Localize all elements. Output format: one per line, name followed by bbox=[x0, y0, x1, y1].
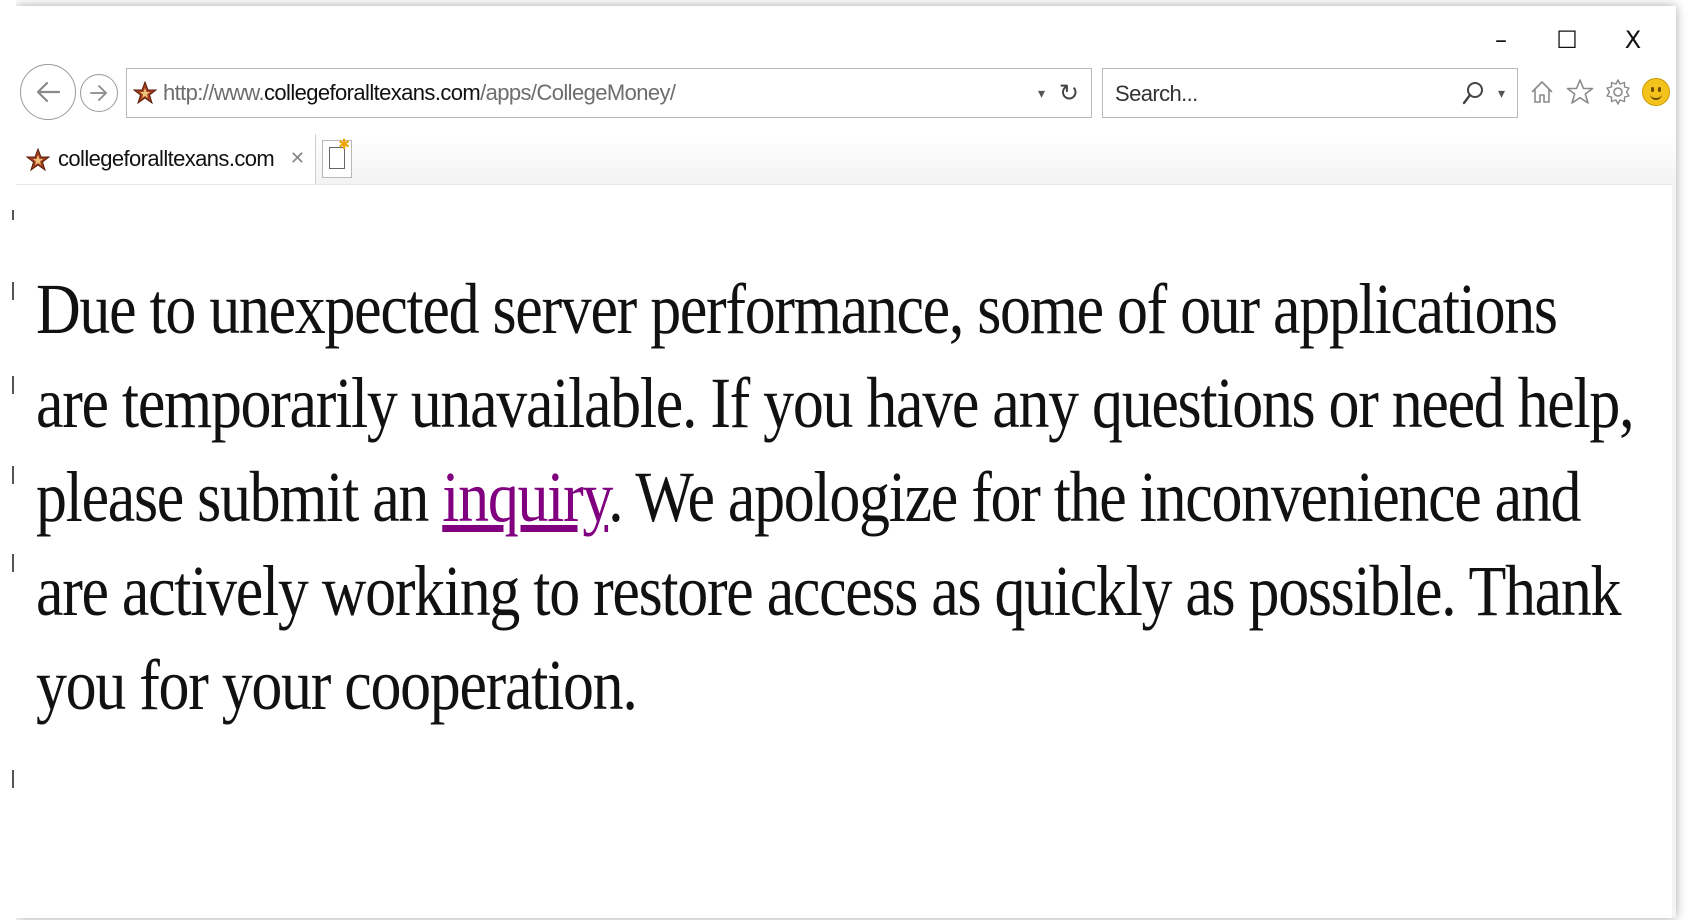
edge-mark bbox=[12, 554, 14, 572]
home-shape bbox=[1531, 81, 1553, 103]
inquiry-link[interactable]: inquiry bbox=[442, 457, 609, 537]
edge-mark bbox=[12, 282, 14, 300]
page-scrollbar[interactable] bbox=[1672, 184, 1676, 918]
home-icon[interactable] bbox=[1528, 74, 1556, 110]
magnifier-icon bbox=[1462, 81, 1483, 104]
smiley-face bbox=[1642, 78, 1670, 106]
maximize-button[interactable]: ☐ bbox=[1534, 22, 1600, 58]
edge-mark bbox=[12, 466, 14, 484]
star-outline bbox=[1566, 79, 1594, 104]
page-content: Due to unexpected server performance, so… bbox=[36, 262, 1636, 732]
site-star-icon bbox=[133, 81, 157, 105]
back-arrow-icon bbox=[36, 81, 61, 103]
gear-shape bbox=[1606, 79, 1630, 105]
tab-close-icon[interactable]: ✕ bbox=[290, 134, 305, 184]
maintenance-message: Due to unexpected server performance, so… bbox=[36, 262, 1636, 732]
tab-title: collegeforalltexans.com bbox=[58, 146, 275, 171]
url-text[interactable]: http://www.collegeforalltexans.com/apps/… bbox=[163, 69, 676, 117]
sparkle-icon: ✱ bbox=[338, 137, 350, 153]
search-icon[interactable] bbox=[1461, 69, 1485, 117]
address-bar[interactable]: http://www.collegeforalltexans.com/apps/… bbox=[126, 68, 1092, 118]
url-domain: collegeforalltexans.com bbox=[264, 80, 481, 105]
feedback-smiley-icon[interactable] bbox=[1642, 74, 1670, 110]
desktop-edge bbox=[0, 0, 16, 920]
minimize-button[interactable]: – bbox=[1468, 22, 1534, 58]
search-dropdown-icon[interactable]: ▾ bbox=[1498, 69, 1505, 117]
edge-mark bbox=[12, 770, 14, 788]
url-prefix: http://www. bbox=[163, 80, 265, 105]
navigation-bar: http://www.collegeforalltexans.com/apps/… bbox=[20, 64, 1670, 124]
new-tab-button[interactable]: ✱ bbox=[322, 137, 352, 178]
back-button[interactable] bbox=[20, 64, 76, 120]
toolbar-icons bbox=[1528, 74, 1670, 110]
edge-mark bbox=[12, 376, 14, 394]
forward-button[interactable] bbox=[80, 74, 118, 112]
address-dropdown-icon[interactable]: ▾ bbox=[1038, 69, 1045, 117]
favorites-star-icon[interactable] bbox=[1566, 74, 1594, 110]
window-controls: – ☐ X bbox=[1468, 22, 1666, 58]
forward-arrow-icon bbox=[90, 85, 107, 101]
search-input[interactable] bbox=[1113, 69, 1437, 119]
settings-gear-icon[interactable] bbox=[1604, 74, 1632, 110]
browser-screenshot: – ☐ X http://www.collegeforalltexans.com… bbox=[0, 0, 1688, 920]
refresh-icon[interactable]: ↻ bbox=[1059, 69, 1079, 117]
search-box[interactable]: ▾ bbox=[1102, 68, 1518, 119]
url-path: /apps/CollegeMoney/ bbox=[480, 80, 676, 105]
tab-active[interactable]: collegeforalltexans.com ✕ bbox=[16, 134, 316, 184]
edge-mark bbox=[12, 210, 14, 220]
tab-bar: collegeforalltexans.com ✕ ✱ bbox=[16, 134, 1676, 185]
favicon-star-icon bbox=[26, 148, 50, 172]
close-button[interactable]: X bbox=[1600, 22, 1666, 58]
